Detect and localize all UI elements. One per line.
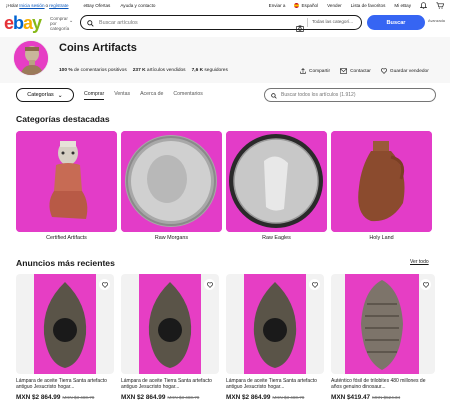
bell-icon[interactable]: [420, 1, 427, 9]
listing-card-image[interactable]: [121, 274, 219, 374]
search-icon: [271, 86, 277, 104]
listing-price: MXN $419.47 MXN $524.34: [331, 394, 401, 401]
camera-icon[interactable]: [296, 19, 304, 37]
store-search-input[interactable]: [281, 92, 431, 98]
flag-icon: [294, 2, 300, 8]
heart-icon[interactable]: [204, 279, 215, 290]
category-label[interactable]: Holy Land: [331, 235, 432, 241]
listing-card-image[interactable]: [226, 274, 324, 374]
sell-link[interactable]: Vender: [327, 3, 342, 8]
category-tile-raw-eagles[interactable]: [226, 131, 327, 232]
top-utility-bar: ¡Hola! Inicia sesión o regístrate eBay O…: [0, 0, 450, 10]
advanced-search-link[interactable]: Avanzada: [428, 19, 445, 23]
or-text: o: [45, 2, 49, 8]
ship-to-link[interactable]: Enviar a: [269, 3, 286, 8]
listing-card-image[interactable]: [331, 274, 435, 374]
global-header: ebay Comprar por categoría ⌄ Todas las c…: [0, 12, 450, 36]
store-search-bar: [264, 88, 436, 102]
search-divider: [307, 18, 308, 27]
save-seller-label: Guardar vendedor: [389, 68, 429, 74]
positive-feedback-stat: 100 % de comentarios positivos: [59, 68, 127, 73]
listing-original-price: MXN $3 480.78: [167, 395, 200, 400]
global-search-bar: Todas las categorí...: [80, 14, 362, 32]
artifact-image: [16, 131, 117, 232]
listing-title[interactable]: Lámpara de aceite Tierra Santa artefacto…: [16, 378, 116, 391]
category-tile-raw-morgans[interactable]: [121, 131, 222, 232]
listing-original-price: MXN $3 480.78: [62, 395, 95, 400]
listing-card-image[interactable]: [16, 274, 114, 374]
categories-button[interactable]: Categorías ⌄: [16, 88, 74, 102]
signin-link[interactable]: Inicia sesión: [19, 3, 44, 8]
store-nav: Categorías ⌄ Comprar Ventas Acerca de Co…: [0, 87, 450, 103]
favorite-heart-icon: [380, 68, 387, 74]
categories-label: Categorías: [27, 92, 54, 98]
heart-icon[interactable]: [420, 279, 431, 290]
listing-photo: [345, 274, 419, 374]
tab-acerca-de[interactable]: Acerca de: [140, 91, 163, 100]
share-button[interactable]: Compartir: [300, 68, 330, 74]
global-search-input[interactable]: [99, 19, 289, 26]
store-avatar: [13, 40, 49, 76]
followers-stat: 7,6 K seguidores: [191, 68, 228, 73]
featured-categories-heading: Categorías destacadas: [16, 114, 110, 124]
share-icon: [300, 68, 306, 74]
chevron-down-icon: ⌄: [57, 92, 63, 99]
contact-label: Contactar: [350, 68, 371, 74]
shop-by-category-button[interactable]: Comprar por categoría ⌄: [50, 16, 74, 32]
listing-original-price: MXN $3 480.78: [272, 395, 305, 400]
chevron-down-icon: ⌄: [69, 18, 74, 24]
category-label[interactable]: Raw Eagles: [226, 235, 327, 241]
utility-right: Enviar a Español Vender Lista de favorit…: [269, 0, 444, 10]
language-selector[interactable]: Español: [294, 2, 319, 8]
category-select[interactable]: Todas las categorí...: [312, 19, 353, 24]
listing-title[interactable]: Lámpara de aceite Tierra Santa artefacto…: [121, 378, 221, 391]
coin-image: [121, 131, 222, 232]
listing-photo: [34, 274, 96, 374]
contact-button[interactable]: Contactar: [340, 68, 371, 74]
listing-photo: [244, 274, 306, 374]
store-stats: 100 % de comentarios positivos 237 K art…: [59, 68, 228, 73]
store-actions: Compartir Contactar Guardar vendedor: [300, 68, 429, 74]
see-all-link[interactable]: Ver todo: [410, 259, 429, 265]
listing-title[interactable]: Lámpara de aceite Tierra Santa artefacto…: [226, 378, 326, 391]
myebay-link[interactable]: Mi eBay: [394, 3, 411, 8]
shop-by-category-label: Comprar por categoría: [50, 16, 70, 32]
share-label: Compartir: [309, 68, 331, 74]
listing-original-price: MXN $524.34: [372, 395, 401, 400]
store-name: Coins Artifacts: [59, 42, 137, 54]
account-links: ¡Hola! Inicia sesión o regístrate eBay O…: [6, 3, 156, 8]
save-seller-button[interactable]: Guardar vendedor: [380, 68, 429, 74]
category-label[interactable]: Raw Morgans: [121, 235, 222, 241]
listing-price: MXN $2 864.99 MXN $3 480.78: [226, 394, 305, 401]
greeting-text: ¡Hola!: [6, 2, 19, 8]
register-link[interactable]: regístrate: [49, 3, 68, 8]
cart-icon[interactable]: [436, 2, 444, 9]
category-tile-certified-artifacts[interactable]: [16, 131, 117, 232]
tab-comprar[interactable]: Comprar: [84, 91, 105, 100]
deals-link[interactable]: eBay Ofertas: [84, 3, 111, 8]
coin-image: [226, 131, 327, 232]
listing-photo: [139, 274, 201, 374]
search-icon: [87, 14, 94, 32]
category-label[interactable]: Certified Artifacts: [16, 235, 117, 241]
mail-icon: [340, 68, 348, 74]
listing-price: MXN $2 864.99 MXN $3 480.78: [121, 394, 200, 401]
store-tabs: Comprar Ventas Acerca de Comentarios: [84, 91, 203, 100]
watchlist-link[interactable]: Lista de favoritos: [351, 3, 386, 8]
help-link[interactable]: Ayuda y contacto: [120, 3, 155, 8]
tab-ventas[interactable]: Ventas: [114, 91, 130, 100]
ebay-logo[interactable]: ebay: [4, 12, 42, 34]
jug-image: [331, 131, 432, 232]
recent-listings-heading: Anuncios más recientes: [16, 258, 115, 268]
heart-icon[interactable]: [99, 279, 110, 290]
listing-title[interactable]: Auténtico fósil de trilobites 480 millon…: [331, 378, 431, 391]
search-button[interactable]: Buscar: [367, 15, 425, 30]
listing-price: MXN $2 864.99 MXN $3 480.78: [16, 394, 95, 401]
category-tile-holy-land[interactable]: [331, 131, 432, 232]
items-sold-stat: 237 K artículos vendidos: [132, 68, 186, 73]
tab-comentarios[interactable]: Comentarios: [173, 91, 202, 100]
language-label: Español: [301, 2, 319, 8]
heart-icon[interactable]: [309, 279, 320, 290]
